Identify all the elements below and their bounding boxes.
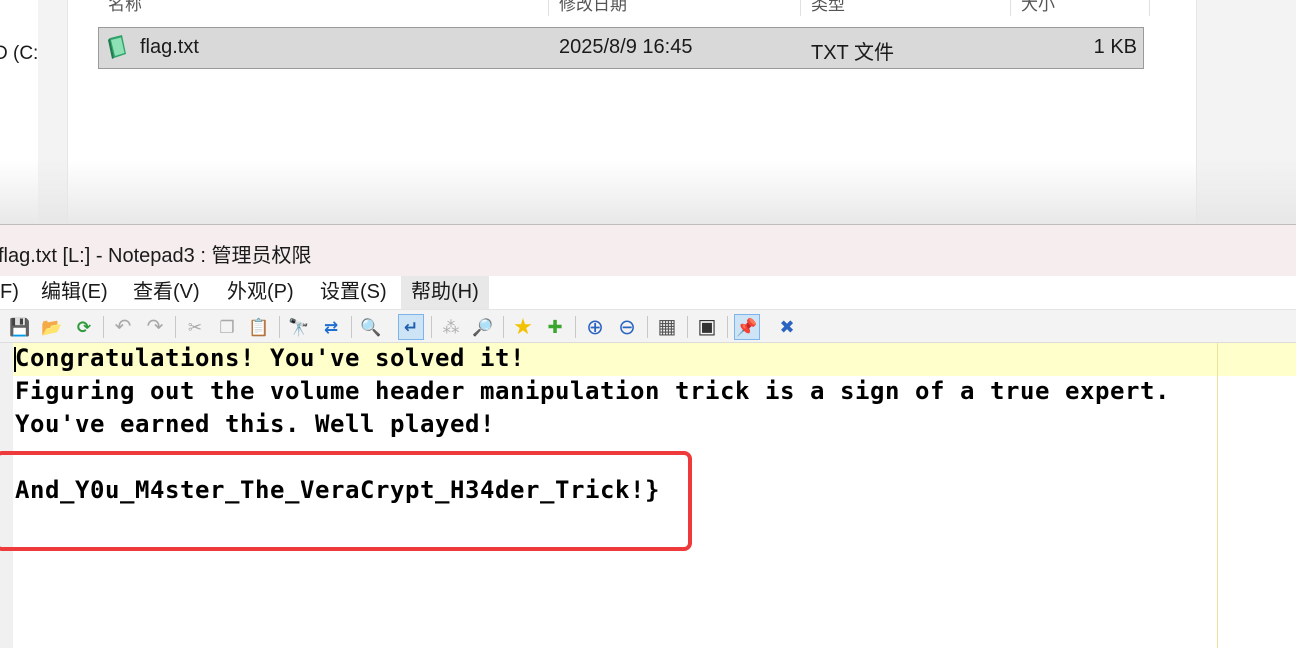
undo-icon[interactable]: ↶ <box>110 314 136 340</box>
toolbar-separator <box>503 316 504 338</box>
toolbar-separator <box>647 316 648 338</box>
zoom-in-icon[interactable]: ⊕ <box>582 314 608 340</box>
file-modified: 2025/8/9 16:45 <box>559 36 693 58</box>
menu-file[interactable]: F) <box>0 276 29 309</box>
pane-splitter[interactable] <box>38 0 68 224</box>
column-header: 名称 修改日期 类型 大小 <box>98 0 1150 16</box>
toolbar-separator <box>431 316 432 338</box>
scheme-icon[interactable]: ▦ <box>654 314 680 340</box>
column-type[interactable]: 类型 <box>801 0 1011 16</box>
favorites-star-icon[interactable]: ★ <box>510 314 536 340</box>
close-icon[interactable]: ✖ <box>774 314 800 340</box>
file-name: flag.txt <box>140 36 199 58</box>
replace-icon[interactable]: ⇄ <box>318 314 344 340</box>
text-line-1: Congratulations! You've solved it! <box>15 344 525 372</box>
open-folder-icon[interactable]: 📂 <box>39 314 65 340</box>
text-line-5: And_Y0u_M4ster_The_VeraCrypt_H34der_Tric… <box>15 476 660 504</box>
line-gutter <box>0 343 13 648</box>
navigation-pane: D (C: <box>0 0 38 224</box>
window-shadow <box>0 160 1296 224</box>
long-line-marker <box>1217 343 1218 648</box>
toolbar-separator <box>103 316 104 338</box>
file-type: TXT 文件 <box>811 42 894 64</box>
file-explorer-window: D (C: 名称 修改日期 类型 大小 flag.txt 2025/8/9 16… <box>0 0 1296 224</box>
text-caret <box>14 347 16 372</box>
toolbar-separator <box>687 316 688 338</box>
redo-icon[interactable]: ↷ <box>142 314 168 340</box>
explorer-right-edge <box>1196 0 1296 224</box>
title-bar[interactable]: flag.txt [L:] - Notepad3 : 管理员权限 <box>0 225 1296 276</box>
terminal-icon[interactable]: ▣ <box>694 314 720 340</box>
toolbar-separator <box>175 316 176 338</box>
goto-magnifier-icon[interactable]: 🔍 <box>358 314 384 340</box>
add-favorite-icon[interactable]: ✚ <box>542 314 568 340</box>
menu-bar: F) 编辑(E) 查看(V) 外观(P) 设置(S) 帮助(H) <box>0 276 1296 309</box>
word-wrap-icon[interactable]: ↵ <box>398 314 424 340</box>
zoom-search-icon[interactable]: 🔎 <box>470 314 496 340</box>
editor-area[interactable]: Congratulations! You've solved it! Figur… <box>0 343 1296 648</box>
menu-appearance[interactable]: 外观(P) <box>217 276 304 309</box>
column-name[interactable]: 名称 <box>98 0 549 16</box>
menu-view[interactable]: 查看(V) <box>123 276 210 309</box>
paste-icon[interactable]: 📋 <box>246 314 272 340</box>
toolbar-separator <box>279 316 280 338</box>
menu-help[interactable]: 帮助(H) <box>401 276 489 309</box>
pin-on-top-icon[interactable]: 📌 <box>734 314 760 340</box>
tree-icon[interactable]: ⁂ <box>438 314 464 340</box>
menu-edit[interactable]: 编辑(E) <box>31 276 118 309</box>
file-size: 1 KB <box>1093 36 1137 58</box>
copy-icon[interactable]: ❐ <box>214 314 240 340</box>
column-size[interactable]: 大小 <box>1011 0 1150 16</box>
toolbar-separator <box>727 316 728 338</box>
reload-icon[interactable]: ⟳ <box>71 314 97 340</box>
toolbar-separator <box>351 316 352 338</box>
toolbar-separator <box>575 316 576 338</box>
find-binoculars-icon[interactable]: 🔭 <box>286 314 312 340</box>
cut-icon[interactable]: ✂ <box>182 314 208 340</box>
drive-label[interactable]: D (C: <box>0 43 38 65</box>
text-line-3: You've earned this. Well played! <box>15 410 495 438</box>
column-modified[interactable]: 修改日期 <box>549 0 801 16</box>
save-icon[interactable]: 💾 <box>7 314 33 340</box>
text-file-icon <box>108 35 126 59</box>
zoom-out-icon[interactable]: ⊖ <box>614 314 640 340</box>
toolbar: 💾 📂 ⟳ ↶ ↷ ✂ ❐ 📋 🔭 ⇄ 🔍 ↵ ⁂ 🔎 ★ ✚ ⊕ ⊖ ▦ ▣ … <box>0 309 1296 343</box>
menu-settings[interactable]: 设置(S) <box>310 276 397 309</box>
window-title: flag.txt [L:] - Notepad3 : 管理员权限 <box>0 245 312 267</box>
text-line-2: Figuring out the volume header manipulat… <box>15 377 1170 405</box>
file-row-flag-txt[interactable]: flag.txt 2025/8/9 16:45 TXT 文件 1 KB <box>98 27 1144 69</box>
notepad3-window: flag.txt [L:] - Notepad3 : 管理员权限 F) 编辑(E… <box>0 224 1296 648</box>
